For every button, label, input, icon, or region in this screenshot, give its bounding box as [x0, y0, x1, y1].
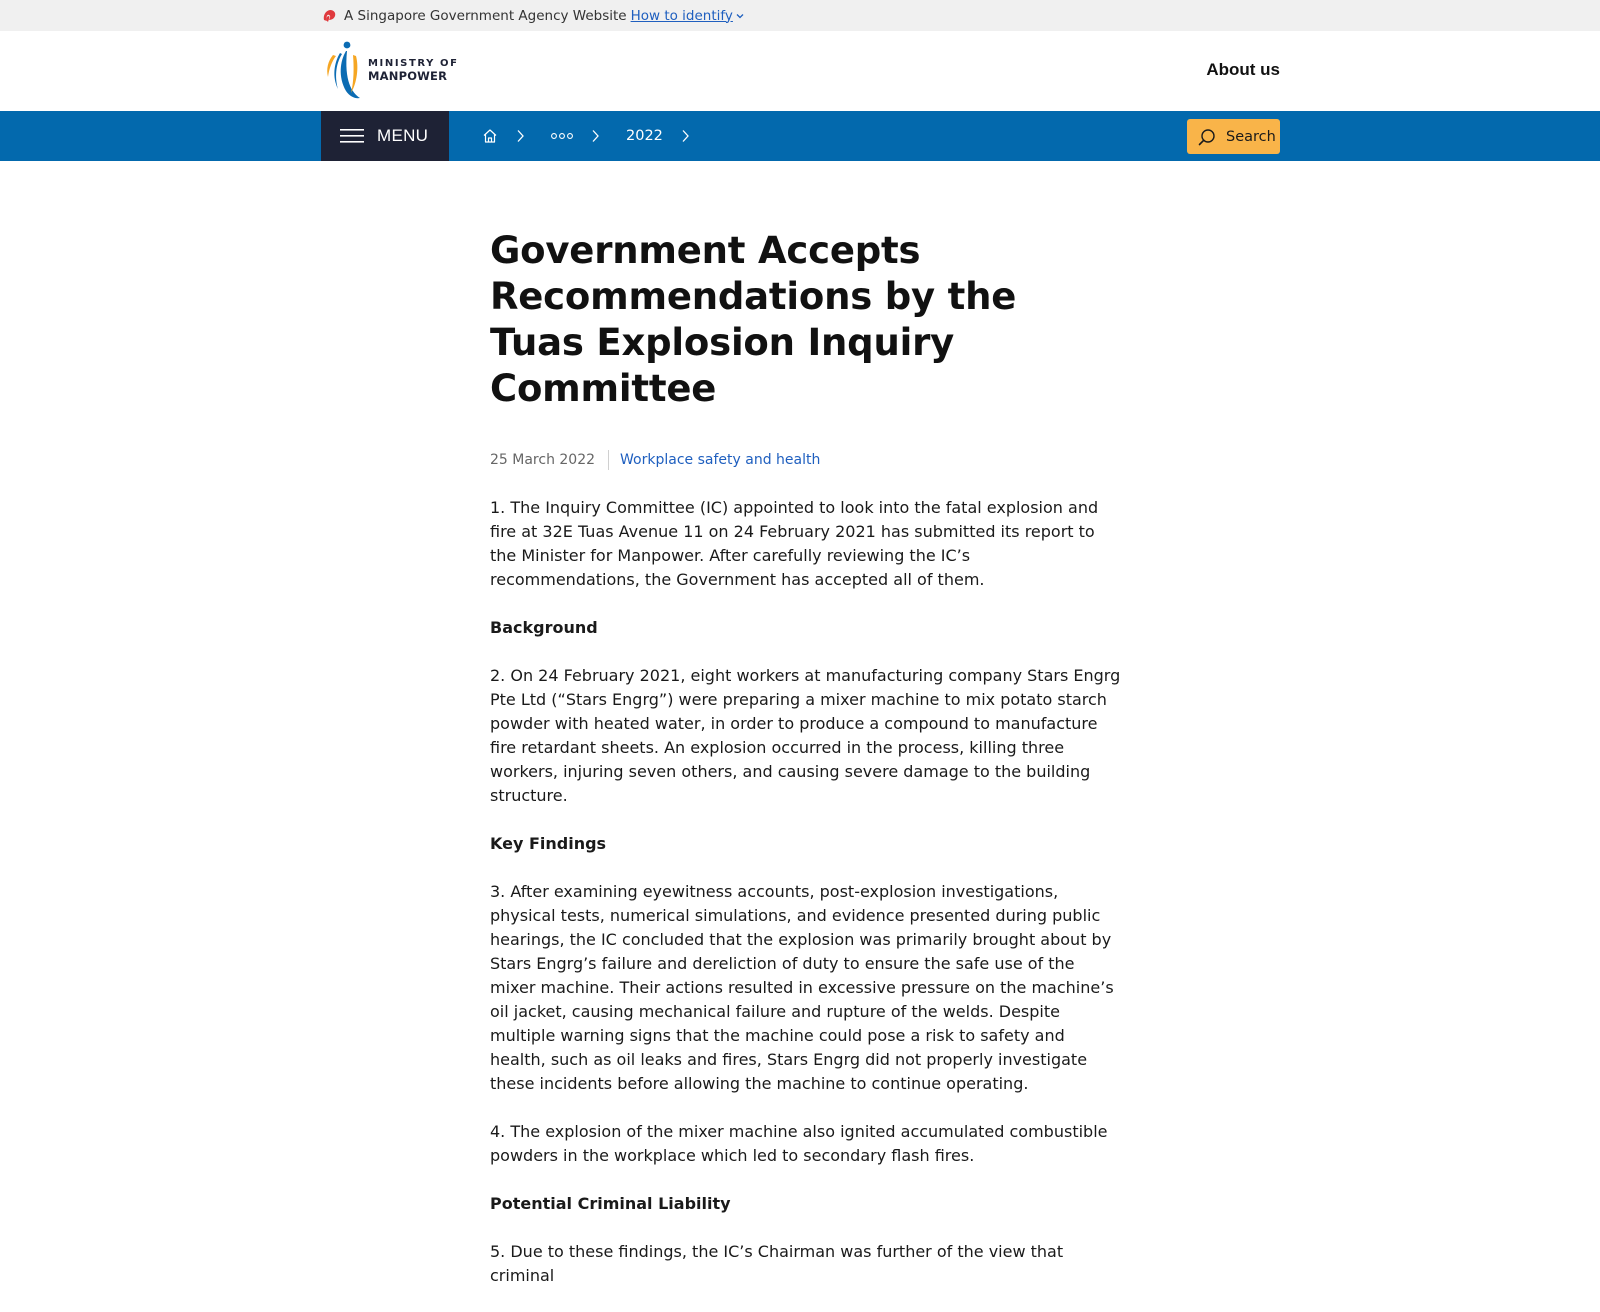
breadcrumb-year[interactable]: 2022 [626, 128, 663, 144]
page-title: Government Accepts Recommendations by th… [490, 229, 1017, 410]
heading-background: Background [490, 618, 598, 637]
about-us-link[interactable]: About us [1206, 60, 1280, 80]
hamburger-icon [340, 129, 364, 143]
menu-button[interactable]: MENU [321, 111, 449, 161]
search-icon [1198, 128, 1215, 145]
logo-line-2: MANPOWER [368, 69, 448, 84]
meta-divider [608, 450, 610, 470]
menu-label: MENU [377, 126, 429, 145]
article: Government Accepts Recommendations by th… [490, 228, 1122, 1312]
masthead-content: A Singapore Government Agency Website Ho… [321, 8, 745, 24]
how-to-identify-label: How to identify [630, 7, 733, 24]
heading-criminal-liability: Potential Criminal Liability [490, 1194, 731, 1213]
lion-icon [323, 9, 336, 22]
article-body: 1. The Inquiry Committee (IC) appointed … [490, 496, 1122, 1288]
ellipsis-icon[interactable] [551, 132, 573, 140]
logo-text: MINISTRY OF MANPOWER [368, 59, 459, 83]
chevron-down-icon [736, 13, 744, 18]
site-header: MINISTRY OF MANPOWER About us [0, 31, 1600, 111]
chevron-right-icon [517, 130, 524, 142]
paragraph-5: 5. Due to these findings, the IC’s Chair… [490, 1242, 1064, 1285]
publish-date: 25 March 2022 [490, 452, 596, 468]
mom-logo[interactable]: MINISTRY OF MANPOWER [320, 41, 459, 101]
chevron-right-icon [592, 130, 599, 142]
nav-bar: MENU 2022 Search [0, 111, 1600, 161]
paragraph-2: 2. On 24 February 2021, eight workers at… [490, 666, 1121, 805]
home-icon[interactable] [482, 128, 498, 144]
logo-line-1: MINISTRY OF [368, 58, 459, 70]
chevron-right-icon [682, 130, 689, 142]
how-to-identify-link[interactable]: How to identify [631, 8, 745, 24]
paragraph-1: 1. The Inquiry Committee (IC) appointed … [490, 498, 1099, 589]
article-meta: 25 March 2022 Workplace safety and healt… [490, 450, 1122, 470]
paragraph-4: 4. The explosion of the mixer machine al… [490, 1122, 1108, 1165]
masthead-text: A Singapore Government Agency Website [344, 7, 627, 24]
search-label: Search [1226, 128, 1276, 145]
heading-key-findings: Key Findings [490, 834, 607, 853]
search-button[interactable]: Search [1187, 119, 1280, 154]
paragraph-3: 3. After examining eyewitness accounts, … [490, 882, 1114, 1093]
topic-tag-link[interactable]: Workplace safety and health [620, 452, 820, 468]
breadcrumb: 2022 [482, 111, 690, 161]
gov-masthead: A Singapore Government Agency Website Ho… [0, 0, 1600, 31]
mom-logo-mark [327, 41, 360, 99]
